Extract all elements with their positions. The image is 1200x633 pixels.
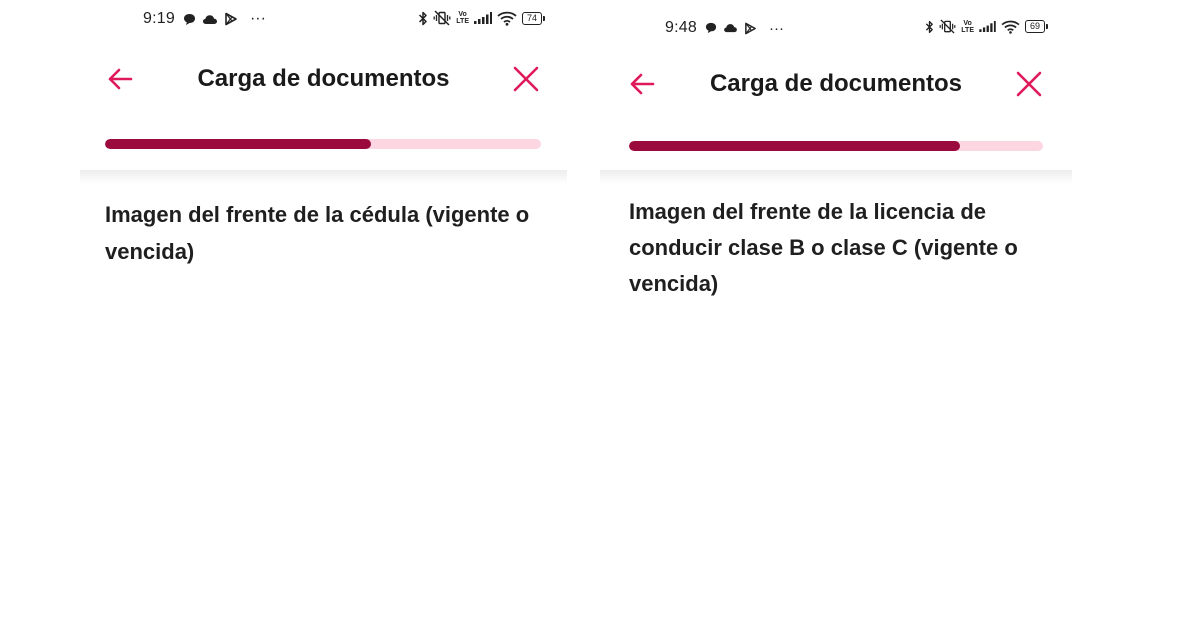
cloud-icon — [723, 23, 738, 33]
document-title: Imagen del frente de la cédula (vigente … — [105, 202, 530, 264]
upload-progress-fill — [629, 141, 961, 151]
page-title: Carga de documentos — [709, 70, 963, 97]
close-icon — [1016, 71, 1042, 97]
document-title: Imagen del frente de la licencia de cond… — [629, 199, 1018, 296]
vibrate-off-icon — [939, 19, 956, 34]
more-dots-icon: ··· — [768, 19, 784, 37]
chat-bubble-icon — [705, 22, 717, 34]
battery-icon: 74 — [521, 11, 545, 25]
status-bar-right: Vo LTE 69 — [925, 19, 1048, 34]
status-bar-left: 9:19 ··· — [143, 10, 266, 28]
play-store-icon — [224, 12, 238, 26]
cloud-icon — [202, 14, 218, 25]
upload-progress-bar — [629, 141, 1043, 151]
more-dots-icon: ··· — [249, 10, 266, 27]
wifi-icon — [497, 11, 517, 26]
status-bar: 9:48 ··· Vo LTE 69 — [600, 19, 1072, 43]
play-store-icon — [744, 22, 757, 35]
wifi-icon — [1001, 20, 1020, 34]
volte-top-label: Vo — [963, 19, 972, 27]
page-title: Carga de documentos — [197, 65, 450, 92]
close-button[interactable] — [1013, 68, 1045, 100]
upload-progress-bar — [105, 139, 541, 149]
volte-bottom-label: LTE — [456, 18, 469, 25]
header-divider-shadow — [600, 170, 1072, 184]
status-bar-right: Vo LTE 74 — [418, 10, 545, 26]
close-icon — [513, 66, 539, 92]
app-bar: Carga de documentos — [600, 64, 1072, 104]
status-bar-left: 9:48 ··· — [665, 19, 784, 37]
upload-progress-fill — [105, 139, 371, 149]
chat-bubble-icon — [183, 13, 196, 26]
volte-icon: Vo LTE — [456, 11, 469, 25]
phone-screen-2: 9:48 ··· Vo LTE 69 Carga de documentos I… — [600, 0, 1072, 633]
signal-icon — [473, 12, 492, 24]
app-bar: Carga de documentos — [80, 59, 567, 99]
volte-top-label: Vo — [458, 11, 467, 18]
battery-level: 74 — [521, 11, 542, 25]
volte-icon: Vo LTE — [961, 20, 974, 34]
bluetooth-icon — [418, 11, 428, 26]
status-time: 9:19 — [143, 10, 175, 27]
close-button[interactable] — [510, 63, 542, 95]
signal-icon — [979, 21, 996, 32]
battery-level: 69 — [1024, 20, 1045, 33]
header-divider-shadow — [80, 170, 567, 184]
status-bar: 9:19 ··· Vo LTE 74 — [80, 10, 567, 34]
bluetooth-icon — [925, 20, 934, 34]
status-time: 9:48 — [665, 19, 697, 36]
phone-screen-1: 9:19 ··· Vo LTE 74 Carga de documentos I… — [80, 0, 567, 633]
volte-bottom-label: LTE — [961, 26, 974, 34]
battery-icon: 69 — [1024, 20, 1048, 33]
vibrate-off-icon — [433, 10, 451, 26]
